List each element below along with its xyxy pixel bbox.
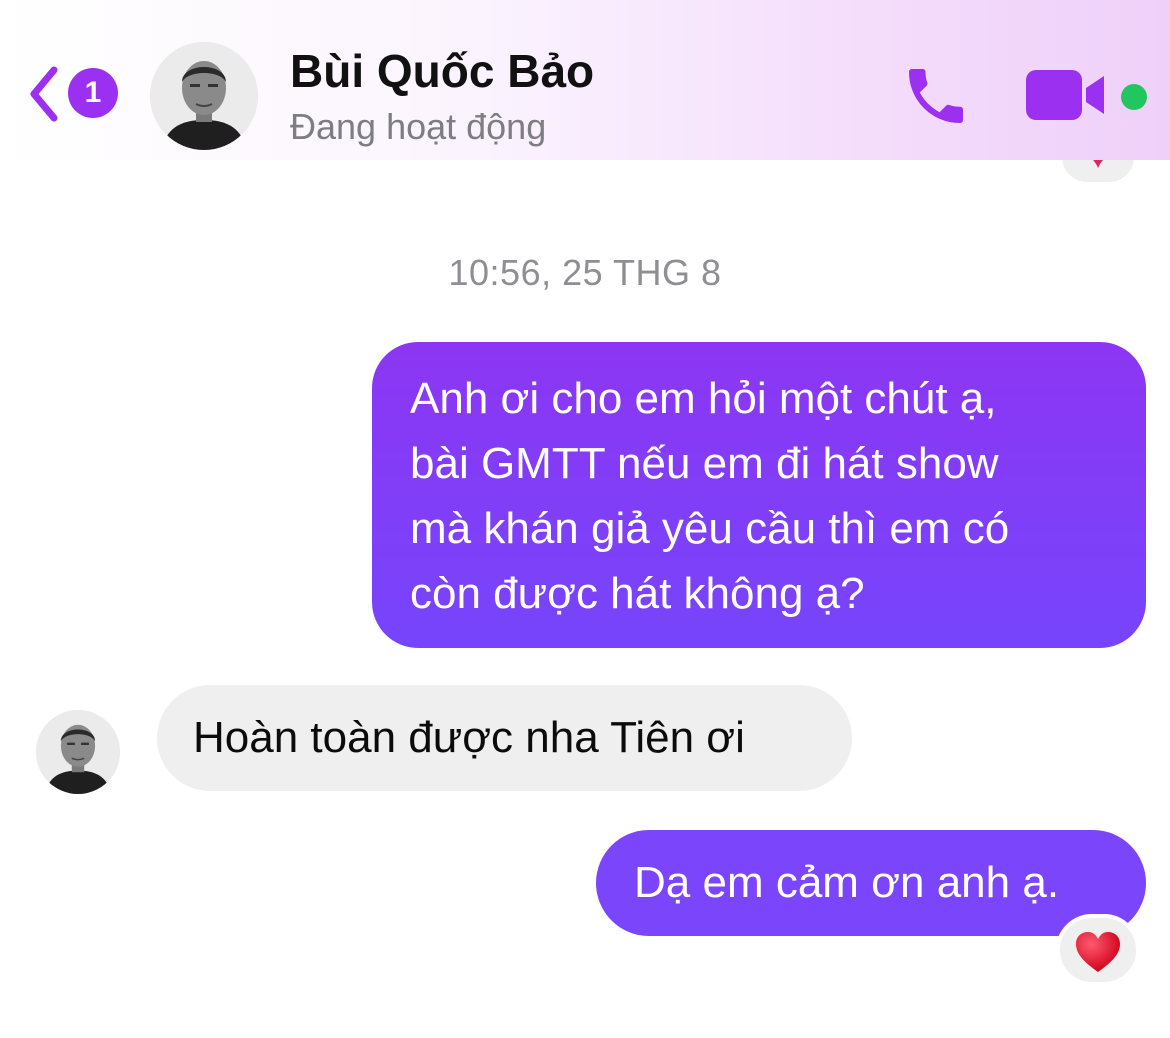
message-line: mà khán giả yêu cầu thì em có [410, 504, 1010, 553]
heart-reaction[interactable] [1056, 914, 1140, 986]
chevron-left-icon [30, 66, 58, 122]
sender-avatar[interactable] [36, 710, 120, 794]
message-line: Anh ơi cho em hỏi một chút ạ, [410, 374, 997, 423]
message-line: bài GMTT nếu em đi hát show [410, 439, 999, 488]
outgoing-message-bubble[interactable]: Anh ơi cho em hỏi một chút ạ, bài GMTT n… [372, 342, 1146, 648]
back-button[interactable]: 1 [22, 58, 122, 130]
call-button[interactable] [900, 60, 972, 132]
person-photo-icon [36, 710, 120, 794]
outgoing-message-bubble[interactable]: Dạ em cảm ơn anh ạ. [596, 830, 1146, 936]
video-camera-icon [1026, 70, 1104, 120]
contact-status: Đang hoạt động [290, 106, 547, 147]
contact-name[interactable]: Bùi Quốc Bảo [290, 44, 594, 98]
video-call-button[interactable] [1024, 66, 1108, 124]
incoming-message-bubble[interactable]: Hoàn toàn được nha Tiên ơi [157, 685, 852, 791]
message-timestamp: 10:56, 25 THG 8 [448, 252, 722, 293]
online-status-dot [1121, 84, 1147, 110]
message-line: còn được hát không ạ? [410, 569, 865, 618]
chat-header: 1 Bùi Quốc Bảo Đang hoạt động [0, 0, 1170, 160]
phone-icon [909, 69, 963, 123]
contact-avatar[interactable] [150, 42, 258, 150]
heart-icon [1076, 932, 1120, 972]
person-photo-icon [150, 42, 258, 150]
unread-count-badge: 1 [68, 68, 118, 118]
